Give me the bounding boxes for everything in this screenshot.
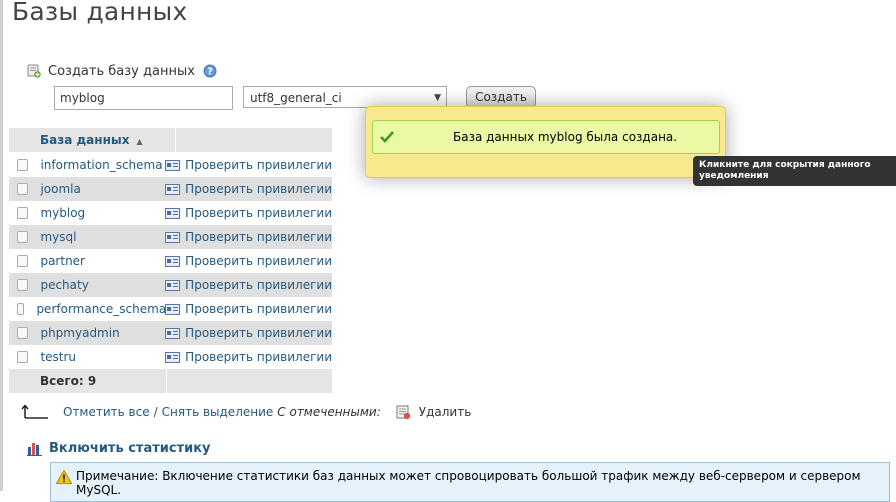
row-checkbox[interactable] (17, 183, 29, 195)
row-checkbox[interactable] (17, 327, 29, 339)
success-notification[interactable]: База данных myblog была создана. (365, 106, 726, 178)
database-name-link[interactable]: myblog (40, 206, 166, 220)
statistics-note: Примечание: Включение статистики баз дан… (50, 462, 890, 502)
table-footer: Всего: 9 (9, 369, 332, 393)
check-privileges-label: Проверить привилегии (185, 254, 332, 268)
check-privileges-label: Проверить привилегии (185, 326, 332, 340)
left-edge (0, 0, 3, 491)
privileges-icon (165, 303, 181, 315)
check-privileges-label: Проверить привилегии (185, 278, 332, 292)
checkmark-icon (380, 131, 394, 143)
privileges-icon (165, 159, 181, 171)
database-name-link[interactable]: mysql (40, 230, 166, 244)
check-privileges-label: Проверить привилегии (185, 182, 332, 196)
check-privileges-label: Проверить привилегии (185, 230, 332, 244)
check-privileges-label: Проверить привилегии (185, 206, 332, 220)
total-count: Всего: 9 (9, 369, 167, 393)
table-row: performance_schema Проверить привилегии (9, 297, 332, 321)
row-checkbox[interactable] (17, 279, 29, 291)
table-row: myblog Проверить привилегии (9, 201, 332, 225)
database-name-link[interactable]: pechaty (40, 278, 166, 292)
database-name-link[interactable]: joomla (40, 182, 166, 196)
table-row: mysql Проверить привилегии (9, 225, 332, 249)
check-privileges-link[interactable]: Проверить привилегии (165, 254, 332, 268)
row-checkbox[interactable] (17, 231, 29, 243)
svg-text:?: ? (207, 67, 213, 78)
collation-selected-value: utf8_general_ci (250, 91, 342, 105)
privileges-icon (165, 231, 181, 243)
check-privileges-link[interactable]: Проверить привилегии (165, 278, 332, 292)
database-name-link[interactable]: testru (40, 350, 166, 364)
row-checkbox[interactable] (17, 303, 25, 315)
privileges-icon (165, 327, 181, 339)
arrow-ltr-icon (21, 404, 49, 420)
check-privileges-label: Проверить привилегии (185, 302, 332, 316)
database-name-link[interactable]: partner (40, 254, 166, 268)
deselect-all-link[interactable]: Снять выделение (162, 405, 274, 419)
table-row: partner Проверить привилегии (9, 249, 332, 273)
warning-icon (56, 470, 72, 484)
delete-icon[interactable] (395, 404, 411, 420)
success-message: База данных myblog была создана. (453, 130, 678, 144)
enable-statistics[interactable]: Включить статистику (27, 438, 211, 458)
database-name-link[interactable]: information_schema (40, 158, 166, 172)
page-title: Базы данных (12, 0, 188, 26)
row-checkbox[interactable] (17, 159, 29, 171)
with-selected-label: С отмеченными: (277, 405, 381, 419)
table-row: information_schema Проверить привилегии (9, 153, 332, 177)
enable-statistics-label: Включить статистику (49, 440, 211, 456)
sort-ascending-icon: ▲ (136, 136, 143, 146)
database-name-link[interactable]: performance_schema (36, 302, 166, 316)
create-database-label: Создать базу данных (48, 63, 195, 79)
row-checkbox[interactable] (17, 207, 29, 219)
create-button[interactable]: Создать (466, 86, 536, 108)
row-checkbox[interactable] (17, 255, 29, 267)
delete-link[interactable]: Удалить (419, 405, 472, 419)
check-privileges-link[interactable]: Проверить привилегии (165, 302, 332, 316)
column-header-database[interactable]: База данных ▲ (31, 128, 176, 152)
check-privileges-link[interactable]: Проверить привилегии (165, 326, 332, 340)
help-icon[interactable]: ? (203, 64, 217, 78)
table-body: information_schema Проверить привилегии jo… (9, 153, 332, 369)
table-row: pechaty Проверить привилегии (9, 273, 332, 297)
table-row: joomla Проверить привилегии (9, 177, 332, 201)
table-header: База данных ▲ (9, 128, 332, 153)
create-database-heading: Создать базу данных ? (27, 61, 217, 81)
databases-table: База данных ▲ information_schema Проверит… (9, 128, 332, 393)
privileges-icon (165, 279, 181, 291)
table-row: phpmyadmin Проверить привилегии (9, 321, 332, 345)
check-privileges-label: Проверить привилегии (185, 158, 332, 172)
notification-tooltip: Кликните для сокрытия данного уведомлени… (693, 156, 896, 186)
bulk-separator: / (153, 405, 158, 419)
privileges-icon (165, 207, 181, 219)
table-row: testru Проверить привилегии (9, 345, 332, 369)
database-add-icon (27, 64, 41, 78)
check-privileges-link[interactable]: Проверить привилегии (165, 206, 332, 220)
collation-select[interactable]: utf8_general_ci ▼ (243, 86, 447, 108)
check-privileges-link[interactable]: Проверить привилегии (165, 230, 332, 244)
database-name-link[interactable]: phpmyadmin (40, 326, 166, 340)
privileges-icon (165, 255, 181, 267)
select-all-link[interactable]: Отметить все (63, 405, 150, 419)
bar-chart-icon (27, 441, 43, 456)
check-privileges-link[interactable]: Проверить привилегии (165, 158, 332, 172)
privileges-icon (165, 351, 181, 363)
row-checkbox[interactable] (17, 351, 29, 363)
check-privileges-link[interactable]: Проверить привилегии (165, 350, 332, 364)
check-privileges-link[interactable]: Проверить привилегии (165, 182, 332, 196)
privileges-icon (165, 183, 181, 195)
database-name-input[interactable] (54, 86, 233, 110)
note-text: Примечание: Включение статистики баз дан… (76, 469, 861, 497)
check-privileges-label: Проверить привилегии (185, 350, 332, 364)
success-message-box: База данных myblog была создана. (372, 120, 720, 154)
bulk-actions: Отметить все / Снять выделение С отмечен… (21, 402, 471, 422)
